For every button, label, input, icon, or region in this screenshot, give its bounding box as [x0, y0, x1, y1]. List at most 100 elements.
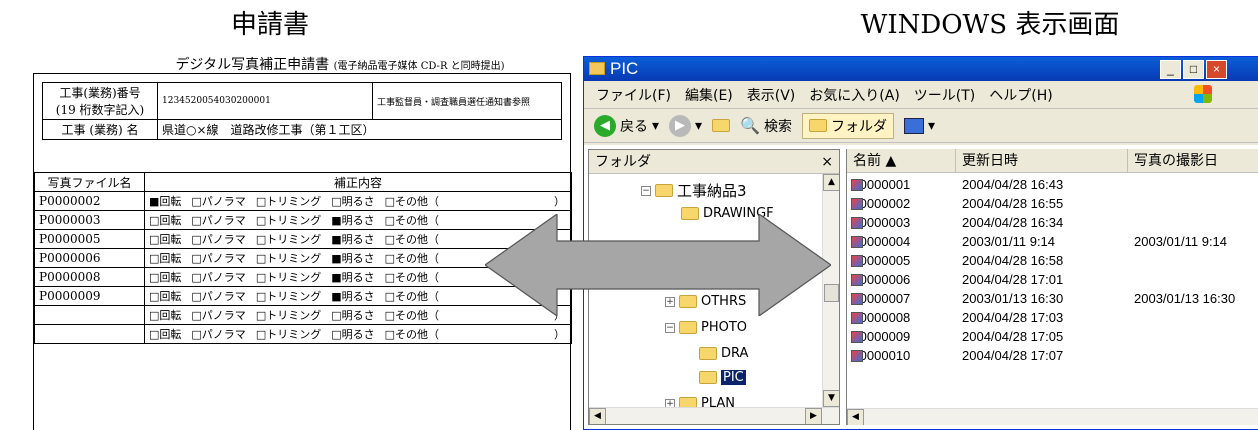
scroll-left-icon[interactable]: ◀ [847, 409, 864, 425]
project-no-label: 工事(業務)番号 (19 桁数字記入) [42, 82, 158, 120]
scroll-right-icon[interactable]: ▶ [805, 408, 822, 424]
window-title: PIC [610, 59, 639, 78]
menu-help[interactable]: ヘルプ(H) [989, 85, 1052, 105]
file-row[interactable]: P0000008 2004/04/28 17:03 [847, 308, 1258, 327]
correction-checkbox[interactable]: □その他（ [385, 269, 439, 285]
folder-icon [699, 347, 717, 360]
correction-checkbox[interactable]: □その他（ [385, 307, 439, 323]
scroll-down-icon[interactable]: ▼ [823, 390, 839, 407]
tree-item-photo[interactable]: − PHOTO [665, 320, 747, 335]
forward-button[interactable]: ▶ ▾ [669, 114, 702, 137]
back-button[interactable]: ◀ 戻る ▾ [594, 114, 659, 137]
correction-checkbox[interactable]: □トリミング [256, 193, 321, 209]
minimize-button[interactable]: _ [1160, 60, 1181, 79]
correction-checkbox[interactable]: □回転 [149, 231, 181, 247]
file-row[interactable]: P0000010 2004/04/28 17:07 [847, 346, 1258, 365]
correction-checkbox[interactable]: ■明るさ [331, 212, 374, 228]
correction-checkbox[interactable]: □トリミング [256, 212, 321, 228]
column-date-taken[interactable]: 写真の撮影日 [1128, 149, 1258, 173]
file-row[interactable]: P0000002 2004/04/28 16:55 [847, 194, 1258, 213]
collapse-icon[interactable]: − [641, 185, 651, 196]
file-row[interactable]: P0000003 2004/04/28 16:34 [847, 213, 1258, 232]
correction-checkbox[interactable]: □回転 [149, 326, 181, 342]
folders-label: フォルダ [830, 118, 887, 135]
photo-file-name: P0000005 [34, 229, 145, 249]
up-button[interactable] [712, 119, 731, 132]
views-icon [903, 117, 924, 134]
folder-horizontal-scrollbar[interactable]: ◀ ▶ [589, 407, 839, 424]
file-horizontal-scrollbar[interactable]: ◀ [847, 408, 1258, 425]
correction-checkbox[interactable]: □パノラマ [191, 212, 245, 228]
correction-checkbox[interactable]: □パノラマ [191, 307, 245, 323]
correction-checkbox[interactable]: □その他（ [385, 288, 439, 304]
correction-checkbox[interactable]: ■明るさ [331, 250, 374, 266]
menu-tools[interactable]: ツール(T) [914, 85, 975, 105]
maximize-button[interactable]: □ [1183, 60, 1204, 79]
correction-checkbox[interactable]: ■明るさ [331, 231, 374, 247]
correction-checkbox[interactable]: ■明るさ [331, 269, 374, 285]
heading-windows-screen: WINDOWS 表示画面 [860, 10, 1120, 40]
correction-checkbox[interactable]: □回転 [149, 288, 181, 304]
correction-checkbox[interactable]: □回転 [149, 212, 181, 228]
correction-checkbox[interactable]: ■明るさ [331, 288, 374, 304]
correction-checkbox[interactable]: □その他（ [385, 193, 439, 209]
file-row[interactable]: P0000007 2003/01/13 16:30 2003/01/13 16:30 [847, 289, 1258, 308]
correction-checkbox[interactable]: □その他（ [385, 231, 439, 247]
collapse-icon[interactable]: − [665, 322, 675, 333]
column-modified[interactable]: 更新日時 [956, 149, 1128, 173]
correction-checkbox[interactable]: □パノラマ [191, 269, 245, 285]
correction-checkbox[interactable]: □その他（ [385, 212, 439, 228]
file-date-taken: 2003/01/13 16:30 [1134, 291, 1236, 306]
close-button[interactable]: × [1206, 60, 1227, 79]
tree-label: DRA [721, 346, 749, 361]
tree-item-dra[interactable]: DRA [699, 346, 748, 361]
menu-file[interactable]: ファイル(F) [596, 85, 671, 105]
file-row[interactable]: P0000001 2004/04/28 16:43 [847, 175, 1258, 194]
title-bar[interactable]: PIC _ □ × [584, 57, 1258, 81]
file-row[interactable]: P0000006 2004/04/28 17:01 [847, 270, 1258, 289]
close-pane-icon[interactable]: × [821, 150, 833, 174]
search-button[interactable]: 🔍 検索 [740, 116, 792, 136]
photo-file-name: P0000002 [34, 191, 145, 211]
views-button[interactable]: ▾ [903, 117, 935, 134]
correction-row: P0000002 ■回転 □パノラマ □トリミング □明るさ □その他（ ） [34, 191, 572, 211]
correction-checkbox[interactable]: □明るさ [331, 326, 374, 342]
file-name: P0000004 [851, 234, 910, 249]
correction-checkbox[interactable]: □パノラマ [191, 326, 245, 342]
correction-checkbox[interactable]: □トリミング [256, 250, 321, 266]
correction-checkbox[interactable]: □その他（ [385, 326, 439, 342]
tree-item-pic[interactable]: PIC [699, 370, 746, 385]
correction-checkbox[interactable]: □トリミング [256, 326, 321, 342]
correction-checkbox[interactable]: □回転 [149, 307, 181, 323]
correction-checkbox[interactable]: □明るさ [331, 193, 374, 209]
windows-logo-icon [1194, 85, 1212, 103]
file-modified: 2004/04/28 16:43 [962, 177, 1064, 192]
image-file-icon [851, 350, 863, 362]
correction-checkbox[interactable]: □パノラマ [191, 231, 245, 247]
correction-checkbox[interactable]: □トリミング [256, 269, 321, 285]
menu-favorites[interactable]: お気に入り(A) [809, 85, 900, 105]
file-row[interactable]: P0000005 2004/04/28 16:58 [847, 251, 1258, 270]
tree-item-project[interactable]: − 工事納品3 [641, 180, 747, 201]
correction-checkbox[interactable]: □パノラマ [191, 193, 245, 209]
column-name[interactable]: 名前 ▲ [847, 149, 956, 173]
file-row[interactable]: P0000009 2004/04/28 17:05 [847, 327, 1258, 346]
correction-checkbox[interactable]: □回転 [149, 269, 181, 285]
correction-checkbox[interactable]: □トリミング [256, 307, 321, 323]
column-headers: 名前 ▲ 更新日時 写真の撮影日 [847, 149, 1258, 173]
correction-checkbox[interactable]: □その他（ [385, 250, 439, 266]
correction-checkbox[interactable]: □トリミング [256, 288, 321, 304]
scroll-left-icon[interactable]: ◀ [589, 408, 606, 424]
correction-checkbox[interactable]: □回転 [149, 250, 181, 266]
folders-button[interactable]: フォルダ [801, 112, 894, 139]
scroll-up-icon[interactable]: ▲ [823, 174, 839, 191]
file-row[interactable]: P0000004 2003/01/11 9:14 2003/01/11 9:14 [847, 232, 1258, 251]
correction-checkbox[interactable]: □明るさ [331, 307, 374, 323]
correction-checkbox[interactable]: □パノラマ [191, 288, 245, 304]
menu-edit[interactable]: 編集(E) [685, 85, 733, 105]
menu-view[interactable]: 表示(V) [747, 85, 796, 105]
correction-checkbox[interactable]: □パノラマ [191, 250, 245, 266]
correction-checkbox[interactable]: □トリミング [256, 231, 321, 247]
file-name: P0000002 [851, 196, 910, 211]
correction-checkbox[interactable]: ■回転 [149, 193, 181, 209]
